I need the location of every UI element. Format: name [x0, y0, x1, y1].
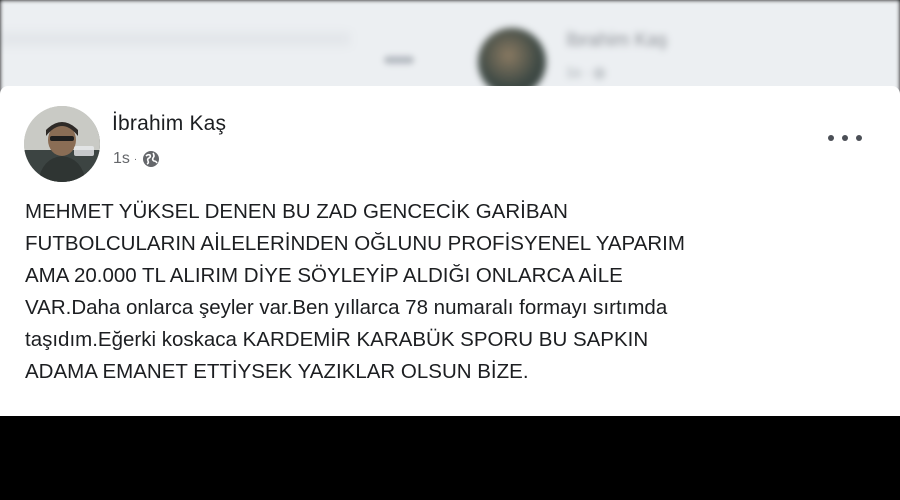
more-dot	[842, 135, 848, 141]
more-options-icon[interactable]	[828, 130, 862, 146]
post-author-name[interactable]: İbrahim Kaş	[112, 112, 226, 136]
background-bar	[0, 32, 350, 46]
background-author-name: İbrahim Kaş	[566, 30, 668, 51]
background-post: İbrahim Kaş 1s · ◍	[0, 0, 900, 100]
more-dot	[856, 135, 862, 141]
meta-separator: ·	[133, 153, 138, 165]
more-dot	[828, 135, 834, 141]
globe-icon[interactable]	[141, 149, 161, 169]
background-dash	[384, 56, 414, 64]
post-timestamp[interactable]: 1s	[113, 150, 130, 168]
post-body-text: MEHMET YÜKSEL DENEN BU ZAD GENCECİK GARİ…	[25, 200, 685, 383]
post-card: İbrahim Kaş 1s · MEHMET YÜKSEL DENEN BU …	[0, 86, 900, 416]
background-post-meta: 1s · ◍	[566, 64, 606, 80]
post-meta: 1s ·	[113, 149, 161, 169]
avatar-photo-icon	[24, 106, 100, 182]
avatar[interactable]	[24, 106, 100, 182]
